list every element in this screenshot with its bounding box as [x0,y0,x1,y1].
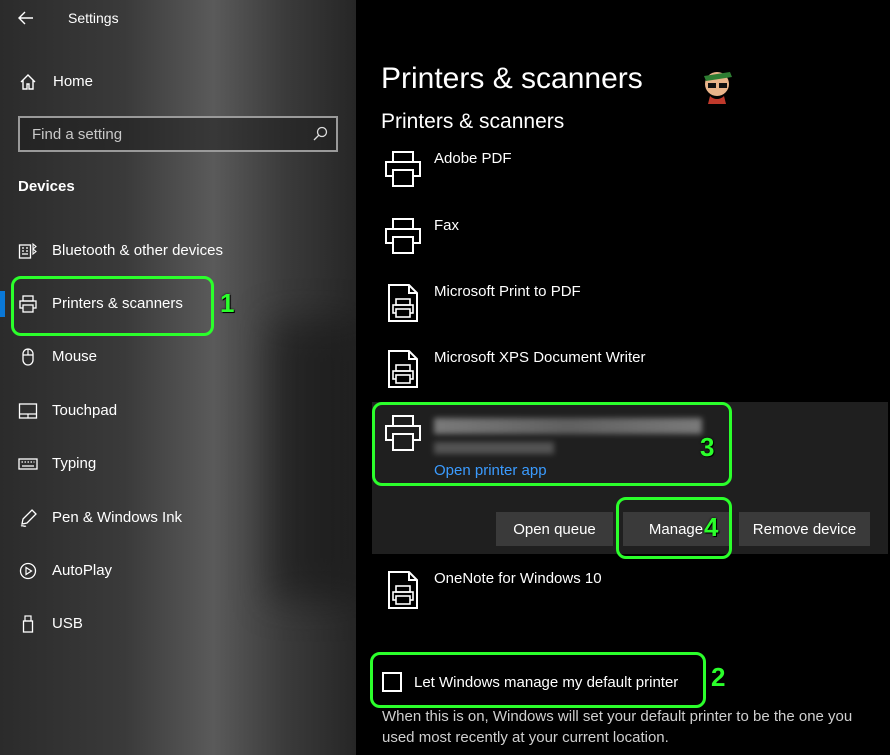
annotation-number-2: 2 [711,662,726,692]
sidebar-item-usb[interactable]: USB [0,603,356,645]
annotation-number-4: 4 [704,512,719,542]
document-printer-icon [388,284,418,322]
page-title: Printers & scanners [381,62,643,95]
section-title-devices: Devices [18,178,75,195]
document-printer-icon [388,571,418,609]
sidebar-item-bluetooth[interactable]: Bluetooth & other devices [0,230,356,272]
annotation-number-3: 3 [700,432,715,462]
printer-item-onenote[interactable]: OneNote for Windows 10 [356,570,890,632]
printer-name: Microsoft Print to PDF [434,283,581,300]
usb-icon [22,615,34,633]
sidebar-item-touchpad[interactable]: Touchpad [0,390,356,432]
search-icon[interactable] [312,126,328,142]
printer-icon [385,151,421,187]
autoplay-icon [19,562,37,580]
printer-name: Adobe PDF [434,150,512,167]
printer-item-adobe-pdf[interactable]: Adobe PDF [356,150,890,212]
mouse-icon [22,348,34,366]
search-input[interactable] [32,124,302,144]
printer-item-microsoft-print-to-pdf[interactable]: Microsoft Print to PDF [356,283,890,345]
touchpad-icon [18,403,38,419]
title-bar: Settings [0,0,356,38]
annotation-box-1 [11,276,214,336]
printer-name: OneNote for Windows 10 [434,570,602,587]
sidebar-item-label: AutoPlay [52,562,113,579]
open-queue-button[interactable]: Open queue [496,512,613,546]
home-icon [20,74,36,90]
printer-icon [385,218,421,254]
bluetooth-keyboard-icon [18,242,37,259]
remove-device-button[interactable]: Remove device [739,512,870,546]
appuals-logo-icon [704,72,732,104]
annotation-box-2 [370,652,706,708]
sidebar-item-autoplay[interactable]: AutoPlay [0,550,356,592]
keyboard-icon [18,458,38,470]
nav-home-label: Home [53,73,94,90]
section-title-printers: Printers & scanners [381,110,565,133]
sidebar-item-pen[interactable]: Pen & Windows Ink [0,497,356,539]
main-content: Printers & scanners Printers & scanners … [356,0,890,755]
document-printer-icon [388,350,418,388]
default-printer-description: When this is on, Windows will set your d… [382,708,853,746]
annotation-number-1: 1 [220,288,235,318]
sidebar-item-label: Bluetooth & other devices [52,242,223,259]
sidebar-item-label: Mouse [52,348,98,365]
sidebar-item-typing[interactable]: Typing [0,443,356,485]
sidebar-item-label: Typing [52,455,97,472]
annotation-box-3 [372,402,732,486]
sidebar: Settings Home Devices Bluetooth & other … [0,0,356,755]
pen-icon [20,509,37,527]
printer-name: Fax [434,217,460,234]
sidebar-item-label: Pen & Windows Ink [52,509,183,526]
app-title: Settings [68,10,119,26]
back-arrow-icon[interactable] [16,8,36,28]
printer-item-fax[interactable]: Fax [356,217,890,279]
sidebar-item-mouse[interactable]: Mouse [0,336,356,378]
nav-home[interactable]: Home [0,64,356,100]
printer-name: Microsoft XPS Document Writer [434,349,646,366]
sidebar-item-label: USB [52,615,83,632]
search-box[interactable] [18,116,338,152]
sidebar-item-label: Touchpad [52,402,118,419]
